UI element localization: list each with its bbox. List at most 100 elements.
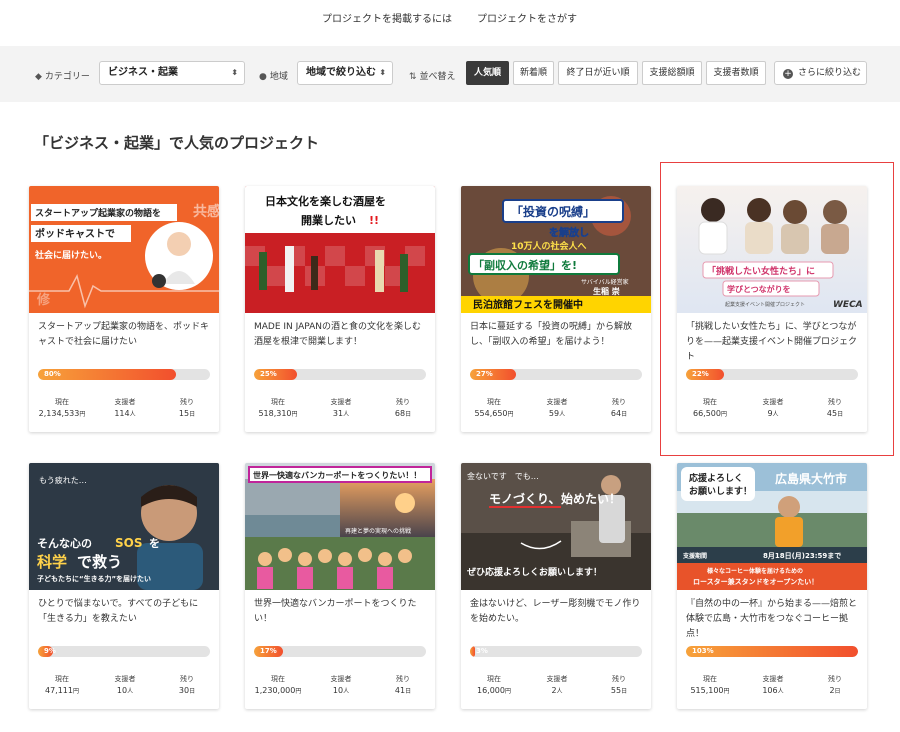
project-card[interactable]: もう疲れた… そんな心の SOS を 科学 で救う 子どもたちに“生きる力”を届… — [29, 463, 219, 709]
project-card[interactable]: スタートアップ起業家の物語を ポッドキャストで 社会に届けたい。 共感 修 スタ… — [29, 186, 219, 432]
sort-supporter-count-button[interactable]: 支援者数順 — [706, 61, 766, 85]
project-title[interactable]: MADE IN JAPANの酒と食の文化を楽しむ酒屋を根津で開業します！ — [254, 320, 428, 350]
project-title[interactable]: スタートアップ起業家の物語を、ポッドキャストで社会に届けたい — [38, 320, 212, 350]
svg-text:金ないです でも…: 金ないです でも… — [467, 471, 539, 481]
svg-text:10万人の社会人へ: 10万人の社会人へ — [511, 240, 587, 252]
project-thumbnail: 世界一快適なバンカーポートをつくりたい！！ 再建と夢の実現への挑戦 — [245, 463, 435, 590]
project-title[interactable]: 世界一快適なバンカーポートをつくりたい！ — [254, 597, 428, 627]
svg-text:SOS: SOS — [115, 536, 143, 550]
svg-text:様々なコーヒー体験を届けるための: 様々なコーヒー体験を届けるための — [707, 567, 803, 575]
project-stats: 現在 66,500円 支援者 9人 残り 45日 — [677, 397, 867, 427]
project-thumbnail: 金ないです でも… モノづくり、 始めたい！ ぜひ応援よろしくお願いします！ — [461, 463, 651, 590]
stat-remaining: 残り 55日 — [610, 675, 628, 695]
sort-ending-soon-button[interactable]: 終了日が近い順 — [558, 61, 638, 85]
svg-text:支援期間: 支援期間 — [682, 552, 707, 560]
svg-text:世界一快適なバンカーポートをつくりたい！！: 世界一快適なバンカーポートをつくりたい！！ — [253, 470, 421, 480]
progress-bar: 25% — [254, 369, 426, 380]
project-title[interactable]: 『自然の中の一杯』から始まる——焙煎と体験で広島・大竹市をつなぐコーヒー拠点！ — [686, 597, 860, 642]
progress-bar: 103% — [686, 646, 858, 657]
select-arrows-icon: ⬍ — [379, 68, 386, 77]
svg-text:起業支援イベント開催プロジェクト: 起業支援イベント開催プロジェクト — [725, 301, 805, 308]
svg-text:ぜひ応援よろしくお願いします！: ぜひ応援よろしくお願いします！ — [467, 566, 602, 578]
progress-label: 80% — [44, 370, 61, 378]
svg-text:科学: 科学 — [37, 553, 67, 571]
svg-text:広島県大竹市: 広島県大竹市 — [775, 471, 847, 486]
progress-label: 25% — [260, 370, 277, 378]
project-card[interactable]: 世界一快適なバンカーポートをつくりたい！！ 再建と夢の実現への挑戦 世界一快適な… — [245, 463, 435, 709]
progress-label: 27% — [476, 370, 493, 378]
stat-remaining: 残り 2日 — [828, 675, 842, 695]
stat-supporters: 支援者 59人 — [546, 398, 568, 418]
stat-current: 現在 66,500円 — [692, 398, 727, 418]
progress-bar: 9% — [38, 646, 210, 657]
svg-text:WECA: WECA — [833, 300, 863, 310]
project-title[interactable]: 金はないけど、レーザー彫刻機でモノ作りを始めたい。 — [470, 597, 644, 627]
project-title[interactable]: 「挑戦したい女性たち」に、学びとつながりを——起業支援イベント開催プロジェクト — [686, 320, 860, 365]
project-thumbnail: 「投資の呪縛」 を解放し 10万人の社会人へ 「副収入の希望」を! サバイバル経… — [461, 186, 651, 313]
project-stats: 現在 1,230,000円 支援者 10人 残り 41日 — [245, 674, 435, 704]
svg-text:共感: 共感 — [193, 203, 219, 220]
project-thumbnail: もう疲れた… そんな心の SOS を 科学 で救う 子どもたちに“生きる力”を届… — [29, 463, 219, 590]
svg-text:ポッドキャストで: ポッドキャストで — [35, 227, 115, 240]
project-card[interactable]: 金ないです でも… モノづくり、 始めたい！ ぜひ応援よろしくお願いします！ 金… — [461, 463, 651, 709]
stat-remaining: 残り 15日 — [178, 398, 196, 418]
stat-current: 現在 518,310円 — [258, 398, 298, 418]
stat-remaining: 残り 68日 — [394, 398, 412, 418]
select-arrows-icon: ⬍ — [231, 68, 238, 77]
svg-text:始めたい！: 始めたい！ — [561, 491, 621, 506]
svg-text:学びとつながりを: 学びとつながりを — [727, 284, 791, 294]
stat-supporters: 支援者 9人 — [762, 398, 784, 418]
find-project-link[interactable]: プロジェクトをさがす — [477, 10, 577, 25]
progress-bar: 27% — [470, 369, 642, 380]
project-card[interactable]: 「挑戦したい女性たち」に 学びとつながりを 起業支援イベント開催プロジェクト W… — [677, 186, 867, 432]
filter-bar: ◆ カテゴリー ビジネス・起業 ⬍ ● 地域 地域で絞り込む ⬍ ⇅ 並べ替え 人気順 新… — [0, 46, 900, 102]
svg-text:8月18日(月)23:59まで: 8月18日(月)23:59まで — [763, 551, 841, 560]
project-stats: 現在 16,000円 支援者 2人 残り 55日 — [461, 674, 651, 704]
svg-text:子どもたちに“生きる力”を届けたい: 子どもたちに“生きる力”を届けたい — [37, 574, 151, 583]
stat-supporters: 支援者 2人 — [546, 675, 568, 695]
sort-newest-button[interactable]: 新着順 — [513, 61, 554, 85]
stat-supporters: 支援者 10人 — [330, 675, 352, 695]
sort-total-amount-button[interactable]: 支援総額順 — [642, 61, 702, 85]
svg-text:サバイバル経営家: サバイバル経営家 — [581, 278, 629, 286]
tag-icon: ◆ — [35, 72, 42, 82]
progress-bar: 80% — [38, 369, 210, 380]
project-thumbnail: 広島県大竹市 応援よろしく お願いします！ 支援期間 8月18日(月)23:59… — [677, 463, 867, 590]
progress-label: 17% — [260, 647, 277, 655]
region-select[interactable]: 地域で絞り込む ⬍ — [297, 61, 393, 85]
project-thumbnail: 「挑戦したい女性たち」に 学びとつながりを 起業支援イベント開催プロジェクト W… — [677, 186, 867, 313]
svg-text:!!: !! — [369, 214, 379, 227]
stat-current: 現在 2,134,533円 — [38, 398, 86, 418]
svg-text:ロースター兼スタンドをオープンたい！: ロースター兼スタンドをオープンたい！ — [693, 577, 818, 586]
section-heading: 「ビジネス・起業」で人気のプロジェクト — [34, 134, 320, 152]
project-stats: 現在 2,134,533円 支援者 114人 残り 15日 — [29, 397, 219, 427]
category-select[interactable]: ビジネス・起業 ⬍ — [99, 61, 245, 85]
svg-text:応援よろしく: 応援よろしく — [689, 472, 743, 484]
stat-current: 現在 16,000円 — [476, 675, 511, 695]
progress-label: 3% — [476, 647, 488, 655]
progress-bar: 22% — [686, 369, 858, 380]
project-title[interactable]: 日本に蔓延する「投資の呪縛」から解放し、「副収入の希望」を届けよう！ — [470, 320, 644, 350]
stat-current: 現在 515,100円 — [690, 675, 730, 695]
svg-text:を: を — [149, 537, 160, 550]
svg-text:生稲 崇: 生稲 崇 — [593, 286, 620, 296]
svg-text:社会に届けたい。: 社会に届けたい。 — [34, 249, 107, 261]
svg-text:日本文化を楽しむ酒屋を: 日本文化を楽しむ酒屋を — [265, 194, 386, 208]
project-card[interactable]: 「投資の呪縛」 を解放し 10万人の社会人へ 「副収入の希望」を! サバイバル経… — [461, 186, 651, 432]
progress-bar: 17% — [254, 646, 426, 657]
svg-text:もう疲れた…: もう疲れた… — [39, 475, 87, 485]
progress-label: 103% — [692, 647, 714, 655]
post-project-link[interactable]: プロジェクトを掲載するには — [322, 10, 452, 25]
sort-popular-button[interactable]: 人気順 — [466, 61, 509, 85]
stat-remaining: 残り 45日 — [826, 398, 844, 418]
project-title[interactable]: ひとりで悩まないで。すべての子どもに「生きる力」を教えたい — [38, 597, 212, 627]
svg-text:スタートアップ起業家の物語を: スタートアップ起業家の物語を — [35, 207, 161, 219]
category-filter-label: ◆ カテゴリー — [35, 72, 90, 82]
more-filters-button[interactable]: + さらに絞り込む — [774, 61, 867, 85]
map-pin-icon: ● — [259, 72, 267, 82]
svg-text:「挑戦したい女性たち」に: 「挑戦したい女性たち」に — [707, 265, 815, 277]
project-card[interactable]: 広島県大竹市 応援よろしく お願いします！ 支援期間 8月18日(月)23:59… — [677, 463, 867, 709]
svg-text:そんな心の: そんな心の — [37, 537, 92, 550]
sort-label: ⇅ 並べ替え — [409, 72, 456, 82]
project-card[interactable]: 日本文化を楽しむ酒屋を 開業したい !! MADE IN JAPANの酒と食の文… — [245, 186, 435, 432]
